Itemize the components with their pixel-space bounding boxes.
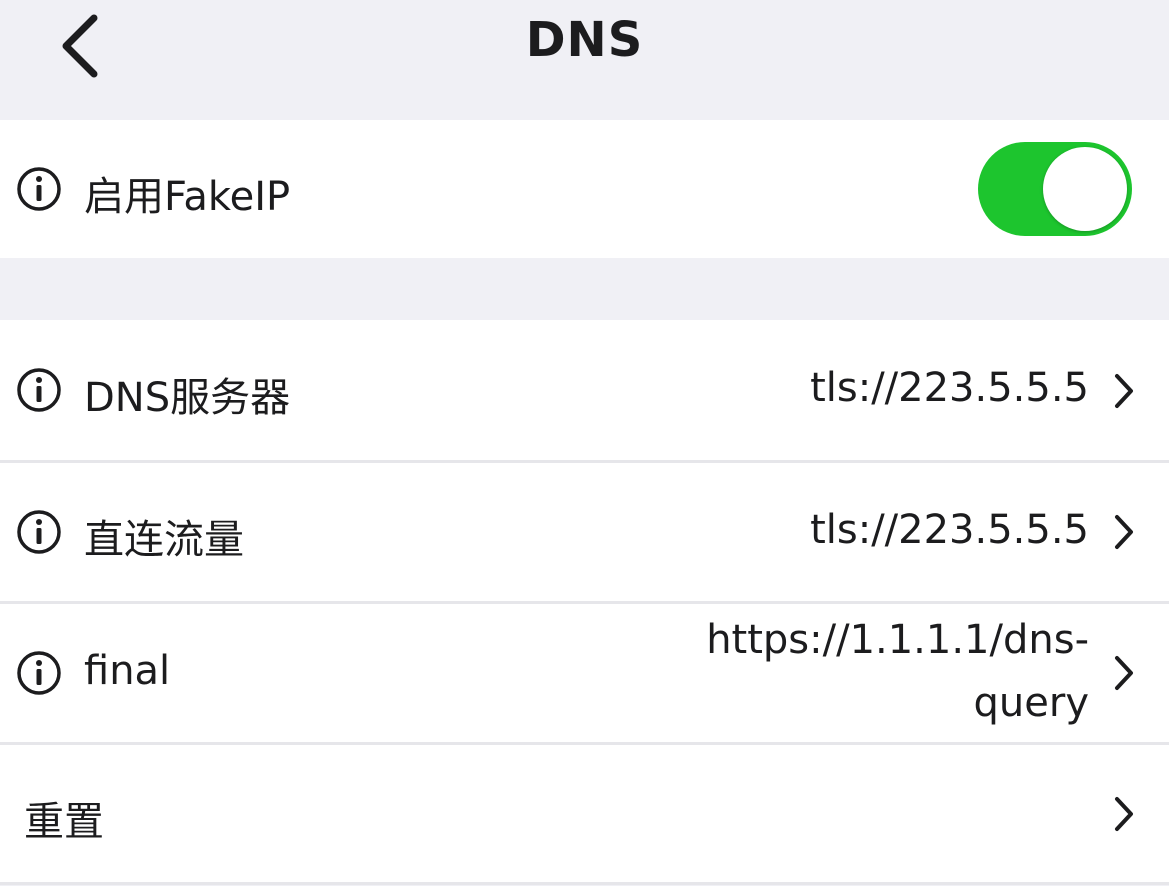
final-value-line1: https://1.1.1.1/dns- <box>706 617 1089 663</box>
chevron-right-icon <box>1115 656 1133 690</box>
nav-bar: DNS <box>0 0 1169 120</box>
final-row[interactable]: final https://1.1.1.1/dns- query <box>0 604 1169 742</box>
info-icon[interactable] <box>16 166 62 212</box>
final-label: final <box>84 648 171 694</box>
fakeip-toggle[interactable] <box>978 142 1132 236</box>
reset-row[interactable]: 重置 <box>0 745 1169 882</box>
direct-traffic-value: tls://223.5.5.5 <box>810 507 1089 553</box>
dns-server-row[interactable]: DNS服务器 tls://223.5.5.5 <box>0 320 1169 460</box>
fakeip-label: 启用FakeIP <box>84 174 291 220</box>
divider <box>0 882 1169 885</box>
chevron-right-icon <box>1115 374 1133 408</box>
chevron-right-icon <box>1115 515 1133 549</box>
toggle-knob <box>1043 147 1127 231</box>
direct-traffic-row[interactable]: 直连流量 tls://223.5.5.5 <box>0 463 1169 601</box>
final-value-line2: query <box>973 680 1089 726</box>
info-icon[interactable] <box>16 650 62 696</box>
chevron-right-icon <box>1115 797 1133 831</box>
dns-server-value: tls://223.5.5.5 <box>810 365 1089 411</box>
info-icon[interactable] <box>16 367 62 413</box>
info-icon[interactable] <box>16 509 62 555</box>
page-title: DNS <box>525 12 644 68</box>
dns-server-label: DNS服务器 <box>84 375 291 421</box>
reset-label: 重置 <box>24 799 104 845</box>
direct-traffic-label: 直连流量 <box>84 517 244 563</box>
